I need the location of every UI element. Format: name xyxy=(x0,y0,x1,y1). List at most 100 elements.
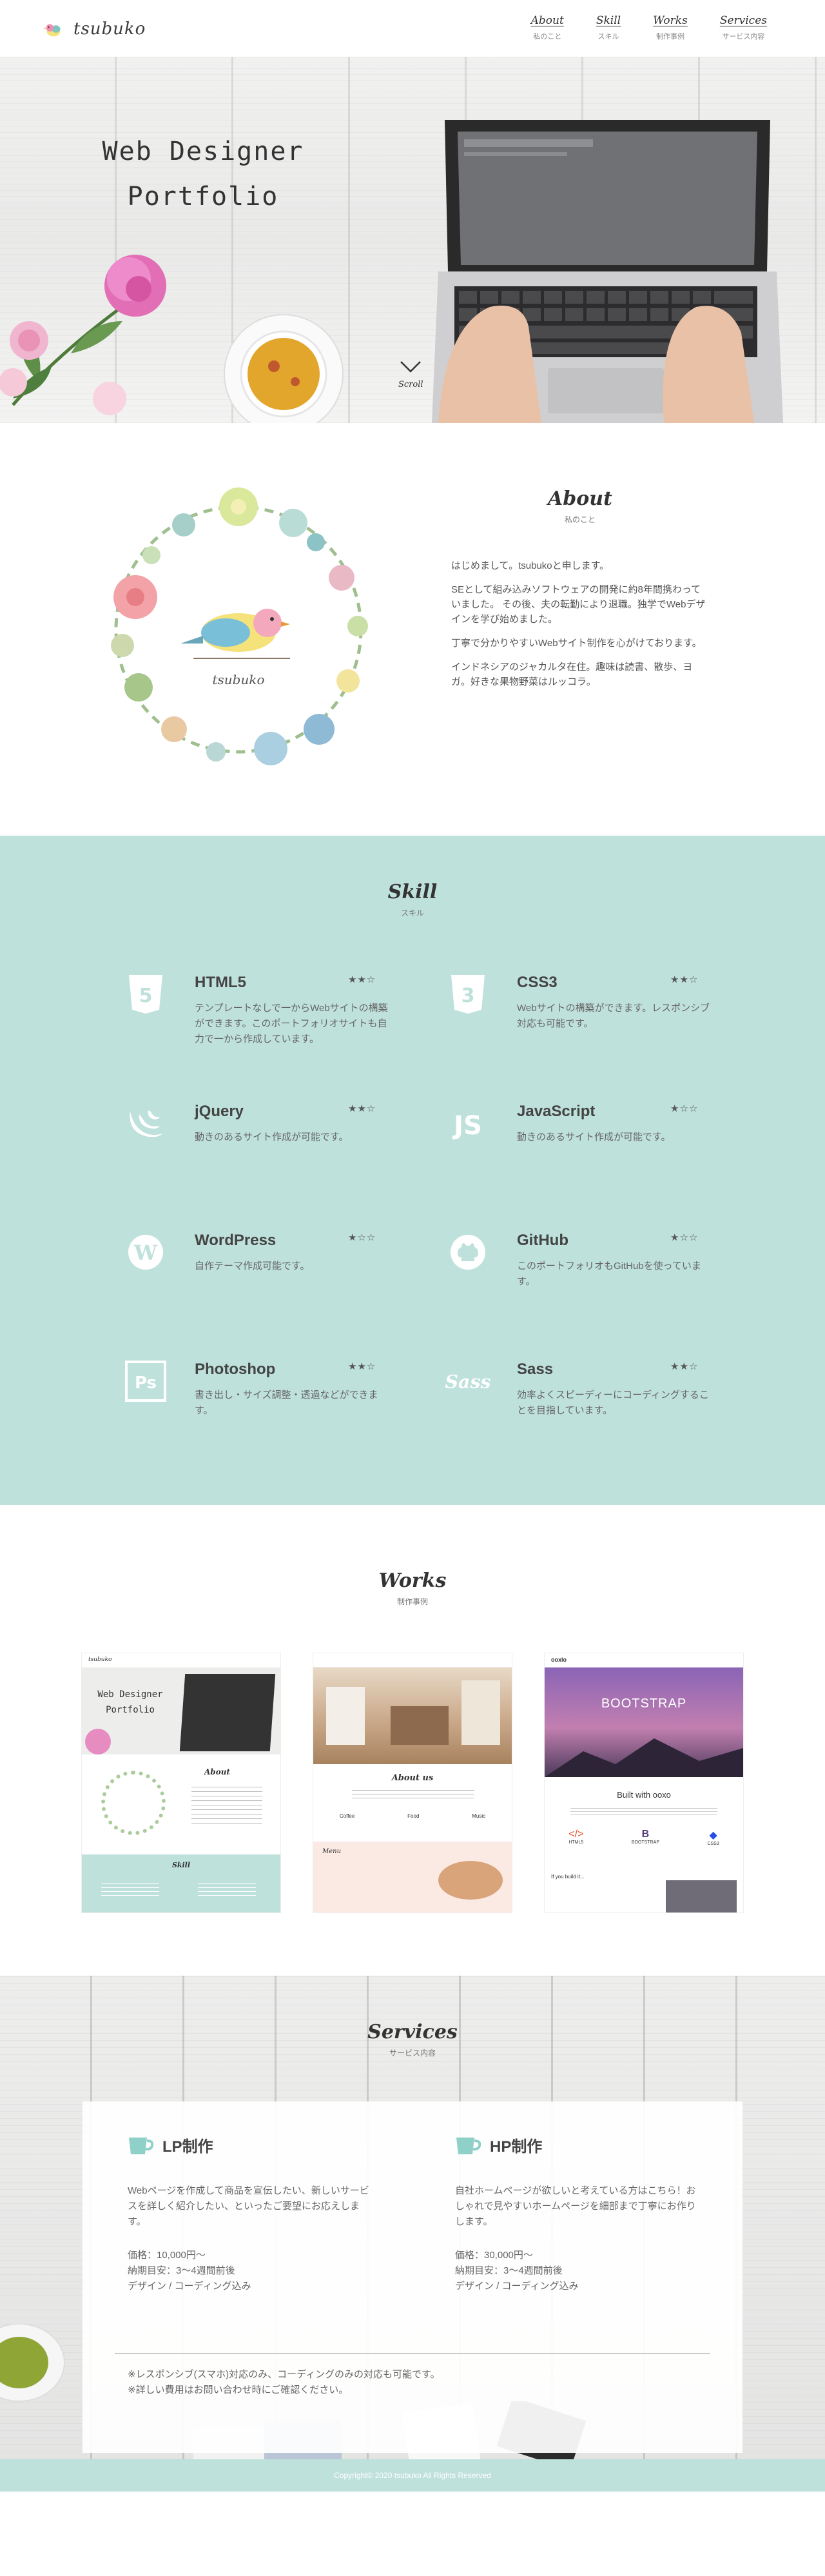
works-title: Works xyxy=(378,1569,447,1592)
scroll-label: Scroll xyxy=(398,380,423,389)
thumb-feature: </> HTML5 xyxy=(568,1829,583,1846)
skill-stars: ★★☆ xyxy=(670,1361,699,1372)
site-logo[interactable]: tsubuko xyxy=(41,17,146,41)
skill-stars: ★★☆ xyxy=(670,974,699,985)
thumb-hero-line2: Portfolio xyxy=(106,1705,155,1715)
nav-sublabel: サービス内容 xyxy=(722,33,765,41)
skill-desc: 効率よくスピーディーにコーディングすることを目指しています。 xyxy=(517,1390,709,1416)
service-period: 納期目安：3〜4週間前後 xyxy=(455,2265,563,2276)
hero-section: Web Designer Portfolio Scroll xyxy=(0,57,825,423)
thumb-cafe-about: About us Coffee Food Music xyxy=(313,1764,512,1842)
skill-name: HTML5 xyxy=(195,974,246,991)
skill-card-jquery: jQuery ★★☆ 動きのあるサイト作成が可能です。 xyxy=(122,1094,406,1197)
skill-section: Skill スキル 5 HTML5 ★★☆ テンプレートなしで一からWebサイト… xyxy=(0,836,825,1505)
skill-name: GitHub xyxy=(517,1232,568,1249)
skill-stars: ★★☆ xyxy=(348,1103,376,1114)
logo-text: tsubuko xyxy=(73,19,146,39)
nav-works[interactable]: Works 制作事例 xyxy=(653,14,688,41)
hero-title-line2: Portfolio xyxy=(127,182,279,211)
work-thumbnail-portfolio[interactable]: tsubuko Web Designer Portfolio About Ski… xyxy=(82,1653,280,1912)
skill-stars: ★☆☆ xyxy=(670,1103,699,1114)
thumb-feature-label: BOOTSTRAP xyxy=(631,1840,659,1845)
works-heading: Works 制作事例 xyxy=(0,1569,825,1607)
skill-name: WordPress xyxy=(195,1232,277,1249)
services-heading: Services サービス内容 xyxy=(0,2021,825,2058)
chevron-down-icon xyxy=(400,361,422,373)
thumb-bootstrap-build: If you build it... xyxy=(551,1874,585,1880)
skill-card-html5: 5 HTML5 ★★☆ テンプレートなしで一からWebサイトの構築ができます。こ… xyxy=(122,965,406,1068)
skill-desc: Webサイトの構築ができます。レスポンシブ対応も可能です。 xyxy=(517,1003,710,1029)
works-section: Works 制作事例 tsubuko Web Designer Portfoli… xyxy=(0,1505,825,1976)
thumb-skill-title: Skill xyxy=(171,1861,191,1869)
mountain-image xyxy=(545,1738,743,1777)
nav-label[interactable]: Works xyxy=(653,14,688,27)
thumb-feature: B BOOTSTRAP xyxy=(632,1829,659,1846)
svg-text:Ps: Ps xyxy=(135,1373,157,1393)
thumb-cafe-hero xyxy=(313,1667,512,1764)
nav-label[interactable]: About xyxy=(531,14,564,27)
photoshop-icon: Ps xyxy=(122,1358,169,1404)
about-section: tsubuko About 私のこと はじめまして。tsubukoと申します。 … xyxy=(0,423,825,836)
thumb-laptop xyxy=(179,1674,276,1751)
skill-card-github: GitHub ★☆☆ このポートフォリオもGitHubを使っています。 xyxy=(445,1223,728,1326)
skill-card-sass: Sass Sass ★★☆ 効率よくスピーディーにコーディングすることを目指して… xyxy=(445,1352,728,1455)
skill-card-javascript: JS JavaScript ★☆☆ 動きのあるサイト作成が可能です。 xyxy=(445,1094,728,1197)
copyright-text: Copyright© 2020 tsubuko All Rights Reser… xyxy=(334,2471,491,2480)
thumb-feature-label: HTML5 xyxy=(568,1840,584,1845)
skill-desc: 動きのあるサイト作成が可能です。 xyxy=(195,1132,349,1143)
skill-stars: ★★☆ xyxy=(348,1361,376,1372)
work-thumbnail-cafe[interactable]: About us Coffee Food Music Menu xyxy=(313,1653,512,1912)
svg-text:JS: JS xyxy=(452,1111,482,1139)
thumb-hero-line1: Web Designer xyxy=(97,1689,163,1700)
main-nav: About 私のこと Skill スキル Works 制作事例 Services… xyxy=(531,14,767,41)
svg-text:W: W xyxy=(133,1241,158,1265)
hero-title-line1: Web Designer xyxy=(102,137,304,166)
wreath-signature: tsubuko xyxy=(212,672,264,687)
work-thumbnail-bootstrap[interactable]: ooxlo BOOTSTRAP Built with ooxo </> HTML5… xyxy=(545,1653,743,1912)
service-desc: Webページを作成して商品を宣伝したい、新しいサービスを詳しく紹介したい、といっ… xyxy=(128,2185,369,2227)
service-name: HP制作 xyxy=(490,2138,543,2156)
svg-text:3: 3 xyxy=(461,985,475,1007)
hero-title: Web Designer Portfolio xyxy=(97,129,309,219)
thumb-cafe-menu: Menu xyxy=(313,1842,512,1912)
works-subtitle: 制作事例 xyxy=(396,1597,428,1606)
thumb-feature-label: CSS3 xyxy=(707,1842,719,1846)
skill-stars: ★☆☆ xyxy=(670,1232,699,1243)
service-scope: デザイン / コーディング込み xyxy=(455,2281,579,2292)
scroll-indicator[interactable]: Scroll xyxy=(398,360,423,389)
about-paragraph: SEとして組み込みソフトウェアの開発に約8年間携わっていました。 その後、夫の転… xyxy=(451,584,706,625)
about-subtitle: 私のこと xyxy=(564,515,596,524)
skill-title: Skill xyxy=(387,881,438,903)
nav-about[interactable]: About 私のこと xyxy=(531,14,564,41)
services-note-line: ※詳しい費用はお問い合わせ時にご確認ください。 xyxy=(128,2384,349,2395)
skill-desc: このポートフォリオもGitHubを使っています。 xyxy=(517,1261,701,1287)
about-paragraph: インドネシアのジャカルタ在住。趣味は読書、散歩、ヨガ。好きな果物野菜はルッコラ。 xyxy=(451,662,693,687)
services-note-line: ※レスポンシブ(スマホ)対応のみ、コーディングのみの対応も可能です。 xyxy=(128,2369,440,2380)
services-title: Services xyxy=(367,2021,458,2043)
about-heading: About 私のこと xyxy=(451,487,709,525)
nav-sublabel: 制作事例 xyxy=(655,33,684,41)
nav-skill[interactable]: Skill スキル xyxy=(596,14,621,41)
thumb-cafe-heading: About us xyxy=(391,1773,434,1783)
laptop-image xyxy=(432,120,783,423)
services-section: Services サービス内容 LP制作 Webページを作成して商品を宣伝したい… xyxy=(0,1976,825,2459)
skill-desc: 動きのあるサイト作成が可能です。 xyxy=(517,1132,671,1143)
service-name: LP制作 xyxy=(162,2138,213,2156)
thumb-hero: Web Designer Portfolio xyxy=(82,1667,280,1755)
site-header: tsubuko About 私のこと Skill スキル Works 制作事例 … xyxy=(0,0,825,57)
thumb-about: About xyxy=(82,1755,280,1854)
html5-icon: 5 xyxy=(122,971,169,1018)
cup-icon xyxy=(129,2137,153,2154)
about-text: はじめまして。tsubukoと申します。 SEとして組み込みソフトウェアの開発に… xyxy=(451,558,709,698)
sass-icon: Sass xyxy=(445,1358,491,1404)
github-icon xyxy=(445,1229,491,1275)
skill-name: CSS3 xyxy=(517,974,558,991)
wordpress-icon: W xyxy=(122,1229,169,1275)
nav-services[interactable]: Services サービス内容 xyxy=(720,14,767,41)
skill-card-css3: 3 CSS3 ★★☆ Webサイトの構築ができます。レスポンシブ対応も可能です。 xyxy=(445,965,728,1068)
svg-text:5: 5 xyxy=(139,985,153,1007)
skill-card-photoshop: Ps Photoshop ★★☆ 書き出し・サイズ調整・透過などができます。 xyxy=(122,1352,406,1455)
nav-label[interactable]: Services xyxy=(720,14,767,27)
nav-label[interactable]: Skill xyxy=(596,14,621,27)
service-lp: LP制作 Webページを作成して商品を宣伝したい、新しいサービスを詳しく紹介した… xyxy=(128,2134,373,2294)
